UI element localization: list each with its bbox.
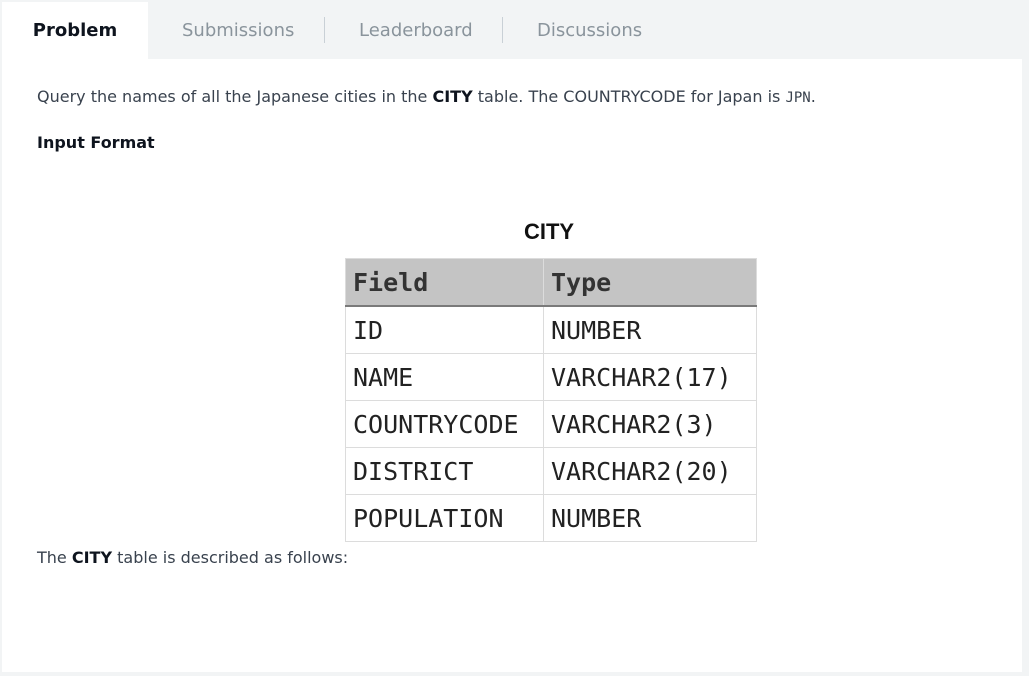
table-row: DISTRICT VARCHAR2(20) [345, 447, 757, 495]
statement-text: Query the names of all the Japanese citi… [37, 87, 433, 106]
problem-content: Query the names of all the Japanese citi… [2, 59, 1022, 672]
tab-divider [324, 17, 325, 43]
field-type-cell: VARCHAR2(3) [543, 400, 757, 448]
field-name-cell: POPULATION [345, 494, 544, 542]
field-type-cell: NUMBER [543, 305, 757, 354]
tab-discussions[interactable]: Discussions [537, 2, 642, 59]
table-row: NAME VARCHAR2(17) [345, 353, 757, 401]
tab-leaderboard[interactable]: Leaderboard [359, 2, 473, 59]
problem-statement: Query the names of all the Japanese citi… [37, 87, 816, 106]
table-row: ID NUMBER [345, 305, 757, 354]
problem-page: Problem Submissions Leaderboard Discussi… [0, 0, 1029, 676]
input-format-heading: Input Format [37, 133, 155, 152]
field-name-cell: ID [345, 305, 544, 354]
field-type-cell: VARCHAR2(20) [543, 447, 757, 495]
tab-submissions[interactable]: Submissions [182, 2, 294, 59]
field-name-cell: NAME [345, 353, 544, 401]
statement-text: . [810, 87, 816, 106]
field-name-cell: COUNTRYCODE [345, 400, 544, 448]
field-name-cell: DISTRICT [345, 447, 544, 495]
description-text: table is described as follows: [112, 548, 349, 567]
tab-problem[interactable]: Problem [2, 2, 148, 59]
table-name-emphasis: CITY [432, 87, 473, 106]
description-text: The [37, 548, 72, 567]
field-type-cell: NUMBER [543, 494, 757, 542]
city-schema-table: Field Type ID NUMBER NAME VARCHAR2(17) C… [345, 258, 757, 542]
table-row: POPULATION NUMBER [345, 494, 757, 542]
schema-table-title: CITY [523, 219, 575, 244]
column-header-field: Field [345, 258, 544, 307]
table-description: The CITY table is described as follows: [37, 548, 348, 567]
tab-bar: Problem Submissions Leaderboard Discussi… [2, 2, 1022, 59]
table-header-row: Field Type [345, 258, 757, 307]
table-name-emphasis: CITY [71, 548, 113, 567]
statement-text: table. The COUNTRYCODE for Japan is [472, 87, 786, 106]
country-code-value: JPN [785, 90, 811, 106]
column-header-type: Type [543, 258, 757, 307]
field-type-cell: VARCHAR2(17) [543, 353, 757, 401]
table-row: COUNTRYCODE VARCHAR2(3) [345, 400, 757, 448]
tab-divider [502, 17, 503, 43]
